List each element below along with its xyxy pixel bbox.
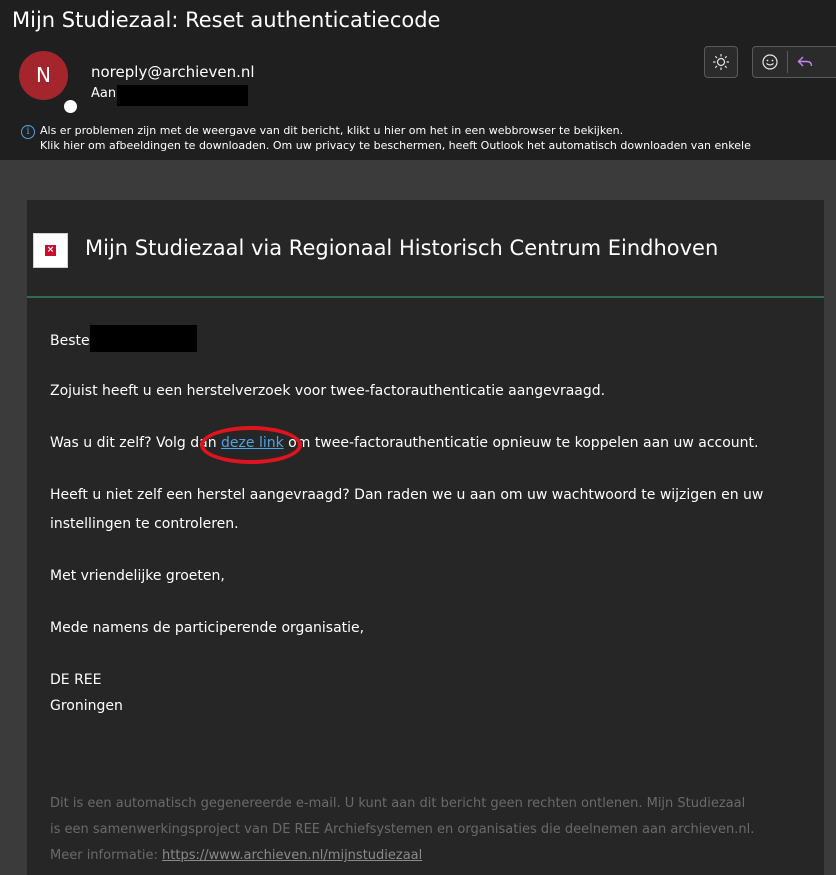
paragraph-request: Zojuist heeft u een herstelverzoek voor …: [50, 383, 606, 399]
redacted-recipient: [117, 85, 248, 106]
paragraph-not-self-2: instellingen te controleren.: [50, 516, 239, 532]
footer-line-2: is een samenwerkingsproject van DE REE A…: [50, 822, 755, 837]
sender-address[interactable]: noreply@archieven.nl: [91, 63, 255, 81]
reply-button[interactable]: [788, 47, 822, 77]
broken-image-icon: ×: [33, 233, 68, 268]
footer-link[interactable]: https://www.archieven.nl/mijnstudiezaal: [162, 848, 422, 863]
presence-status-icon: [62, 98, 79, 115]
title-divider: [27, 296, 824, 298]
redacted-name: [90, 325, 197, 352]
info-icon: i: [21, 125, 35, 139]
recipient-label: Aan: [91, 86, 117, 101]
emoji-icon: [762, 54, 778, 70]
paragraph-not-self-1: Heeft u niet zelf een herstel aangevraag…: [50, 487, 764, 503]
paragraph-link: Was u dit zelf? Volg dan deze link om tw…: [50, 435, 758, 451]
footer-line-1: Dit is een automatisch gegenereerde e-ma…: [50, 796, 746, 811]
email-card: [27, 200, 824, 875]
email-title: Mijn Studiezaal via Regionaal Historisch…: [85, 236, 719, 260]
footer-line-3: Meer informatie: https://www.archieven.n…: [50, 848, 422, 863]
org-city: Groningen: [50, 698, 123, 714]
paragraph-link-after: om twee-factorauthenticatie opnieuw te k…: [283, 435, 759, 451]
download-images-notice[interactable]: Klik hier om afbeeldingen te downloaden.…: [40, 139, 751, 152]
footer-more-info-label: Meer informatie:: [50, 848, 163, 863]
org-name: DE REE: [50, 672, 102, 688]
webbrowser-notice[interactable]: Als er problemen zijn met de weergave va…: [40, 124, 623, 137]
greeting: Beste: [50, 333, 90, 349]
sender-avatar[interactable]: N: [19, 51, 68, 100]
emoji-button[interactable]: [753, 47, 787, 77]
email-subject: Mijn Studiezaal: Reset authenticatiecode: [12, 8, 441, 32]
closing: Met vriendelijke groeten,: [50, 568, 225, 584]
reset-link[interactable]: deze link: [221, 435, 284, 451]
reply-icon: [797, 56, 813, 67]
paragraph-link-before: Was u dit zelf? Volg dan: [50, 435, 222, 451]
on-behalf: Mede namens de participerende organisati…: [50, 620, 365, 636]
theme-toggle-button[interactable]: [704, 46, 738, 78]
reactions-reply-group[interactable]: [752, 46, 836, 78]
sun-icon: [713, 54, 729, 70]
